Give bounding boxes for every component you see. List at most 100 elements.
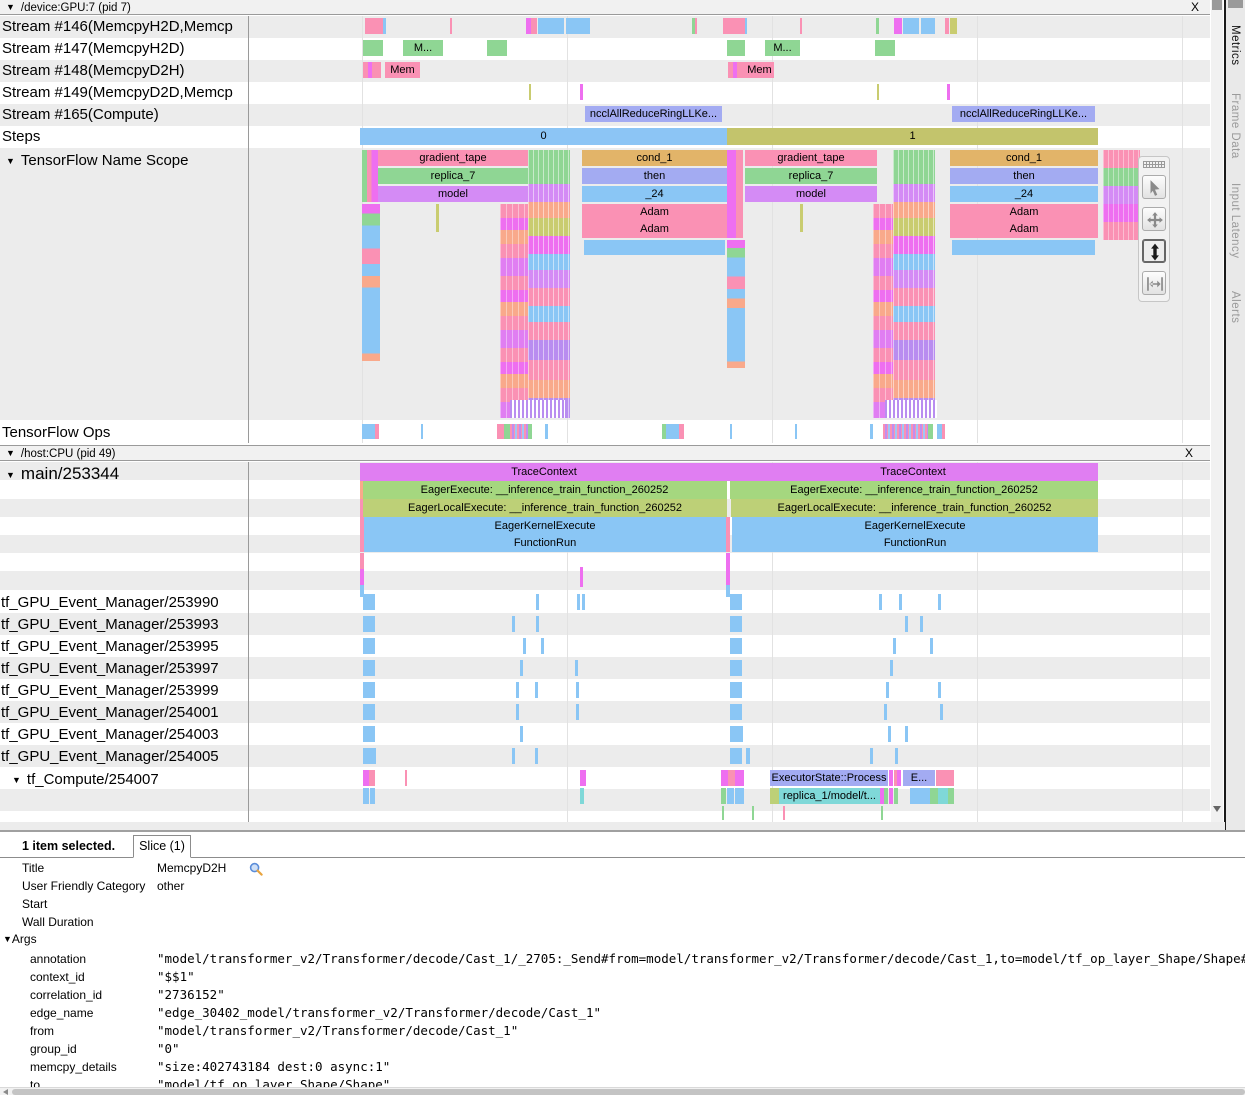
trace-slice-eager-execute[interactable]: EagerExecute: __inference_train_function…: [730, 481, 1098, 499]
collapse-triangle-icon[interactable]: ▼: [6, 470, 15, 480]
trace-slice-nccl-all-reduce[interactable]: ncclAllReduceRingLLKe...: [585, 106, 722, 122]
trace-slice-replica-7[interactable]: replica_7: [745, 168, 877, 184]
selection-tool-button[interactable]: [1142, 175, 1166, 199]
trace-slice[interactable]: [727, 40, 745, 56]
trace-slice[interactable]: [910, 788, 930, 804]
trace-slice[interactable]: [721, 788, 726, 804]
tab-alerts[interactable]: Alerts: [1229, 291, 1241, 323]
trace-slice[interactable]: [421, 424, 423, 439]
trace-slice[interactable]: [948, 788, 954, 804]
trace-slice-eager-kernel-execute[interactable]: EagerKernelExecute: [364, 517, 726, 535]
trace-slice[interactable]: [520, 660, 523, 676]
trace-slice-executor[interactable]: E...: [903, 770, 935, 786]
trace-slice[interactable]: [528, 424, 532, 439]
trace-slice-cluster[interactable]: [727, 150, 743, 238]
trace-slice[interactable]: [770, 788, 779, 804]
trace-slice[interactable]: [795, 424, 797, 439]
trace-slice[interactable]: [666, 424, 679, 439]
trace-slice[interactable]: [928, 424, 933, 439]
trace-slice[interactable]: [930, 638, 933, 654]
trace-slice[interactable]: [945, 18, 949, 34]
trace-slice[interactable]: [679, 424, 684, 439]
trace-slice[interactable]: [545, 424, 548, 439]
trace-slice[interactable]: [362, 424, 375, 439]
trace-slice[interactable]: [363, 616, 375, 632]
vertical-scrollbar[interactable]: [1211, 0, 1223, 822]
magnifier-icon[interactable]: [249, 862, 263, 881]
trace-slice[interactable]: [745, 18, 747, 34]
trace-slice[interactable]: [363, 704, 375, 720]
scroll-down-icon[interactable]: [1213, 806, 1221, 812]
trace-slice[interactable]: [721, 770, 728, 786]
trace-slice-cluster[interactable]: [1103, 150, 1140, 240]
trace-slice[interactable]: [783, 806, 785, 820]
trace-slice[interactable]: [905, 726, 908, 742]
tab-input-latency[interactable]: Input Latency: [1229, 183, 1241, 259]
trace-slice[interactable]: [730, 748, 742, 764]
trace-slice[interactable]: [580, 567, 583, 587]
trace-slice-model[interactable]: model: [745, 186, 877, 202]
zoom-tool-button[interactable]: [1142, 239, 1166, 263]
trace-slice[interactable]: [876, 18, 879, 34]
trace-slice-gradient-tape[interactable]: gradient_tape: [378, 150, 528, 166]
trace-slice[interactable]: [536, 616, 539, 632]
trace-slice[interactable]: [881, 806, 883, 820]
trace-slice-cluster[interactable]: [362, 204, 380, 398]
trace-slice[interactable]: [580, 84, 583, 100]
tab-frame-data[interactable]: Frame Data: [1229, 93, 1241, 159]
tab-slice[interactable]: Slice (1): [133, 835, 191, 858]
trace-slice[interactable]: [938, 682, 941, 698]
trace-slice-adam[interactable]: Adam: [582, 204, 727, 221]
trace-slice[interactable]: [890, 660, 893, 676]
horizontal-scrollbar[interactable]: [0, 1087, 1245, 1095]
trace-slice[interactable]: [436, 204, 439, 232]
trace-slice[interactable]: [879, 594, 882, 610]
trace-slice[interactable]: [536, 594, 539, 610]
trace-slice[interactable]: [723, 18, 745, 34]
trace-slice[interactable]: [884, 704, 887, 720]
collapse-triangle-icon[interactable]: ▼: [3, 934, 12, 944]
trace-slice[interactable]: [889, 770, 893, 786]
trace-slice-eager-local-execute[interactable]: EagerLocalExecute: __inference_train_fun…: [363, 499, 727, 517]
trace-slice-then[interactable]: then: [582, 168, 727, 184]
trace-slice[interactable]: [577, 594, 580, 610]
trace-slice[interactable]: [938, 788, 948, 804]
scrollbar-thumb[interactable]: [1212, 0, 1222, 10]
trace-slice[interactable]: [512, 748, 515, 764]
trace-slice-24[interactable]: _24: [950, 186, 1098, 202]
trace-slice[interactable]: [894, 18, 902, 34]
trace-slice[interactable]: [884, 788, 888, 804]
trace-slice[interactable]: [363, 660, 375, 676]
trace-slice[interactable]: [566, 18, 590, 34]
trace-slice[interactable]: [487, 40, 507, 56]
trace-slice[interactable]: [363, 788, 369, 804]
trace-slice[interactable]: [360, 553, 364, 569]
trace-slice[interactable]: [893, 638, 896, 654]
scrollbar-thumb[interactable]: [12, 1089, 1245, 1095]
trace-slice-cluster[interactable]: [727, 240, 745, 398]
trace-slice-gradient-tape[interactable]: gradient_tape: [745, 150, 877, 166]
trace-slice[interactable]: [735, 788, 744, 804]
trace-slice[interactable]: [730, 424, 732, 439]
trace-slice-memcpy[interactable]: M...: [403, 40, 443, 56]
trace-slice-cluster[interactable]: [362, 150, 378, 202]
trace-slice[interactable]: [940, 704, 943, 720]
trace-slice[interactable]: [529, 84, 531, 100]
trace-slice[interactable]: [897, 770, 901, 786]
trace-slice[interactable]: [383, 18, 386, 34]
drag-grip-icon[interactable]: [1143, 161, 1165, 168]
trace-slice[interactable]: [921, 18, 935, 34]
trace-slice[interactable]: [938, 594, 941, 610]
timing-tool-button[interactable]: [1142, 271, 1166, 295]
trace-slice-eager-local-execute[interactable]: EagerLocalExecute: __inference_train_fun…: [731, 499, 1098, 517]
trace-slice[interactable]: [730, 638, 742, 654]
trace-slice[interactable]: [360, 499, 363, 517]
trace-slice[interactable]: [877, 84, 879, 100]
tab-metrics[interactable]: Metrics: [1229, 25, 1241, 66]
trace-slice[interactable]: [372, 62, 381, 78]
trace-slice[interactable]: [800, 204, 803, 232]
trace-slice[interactable]: [942, 424, 945, 439]
trace-slice-trace-context[interactable]: TraceContext: [360, 463, 728, 481]
trace-slice[interactable]: [752, 806, 754, 820]
trace-slice[interactable]: [370, 788, 375, 804]
